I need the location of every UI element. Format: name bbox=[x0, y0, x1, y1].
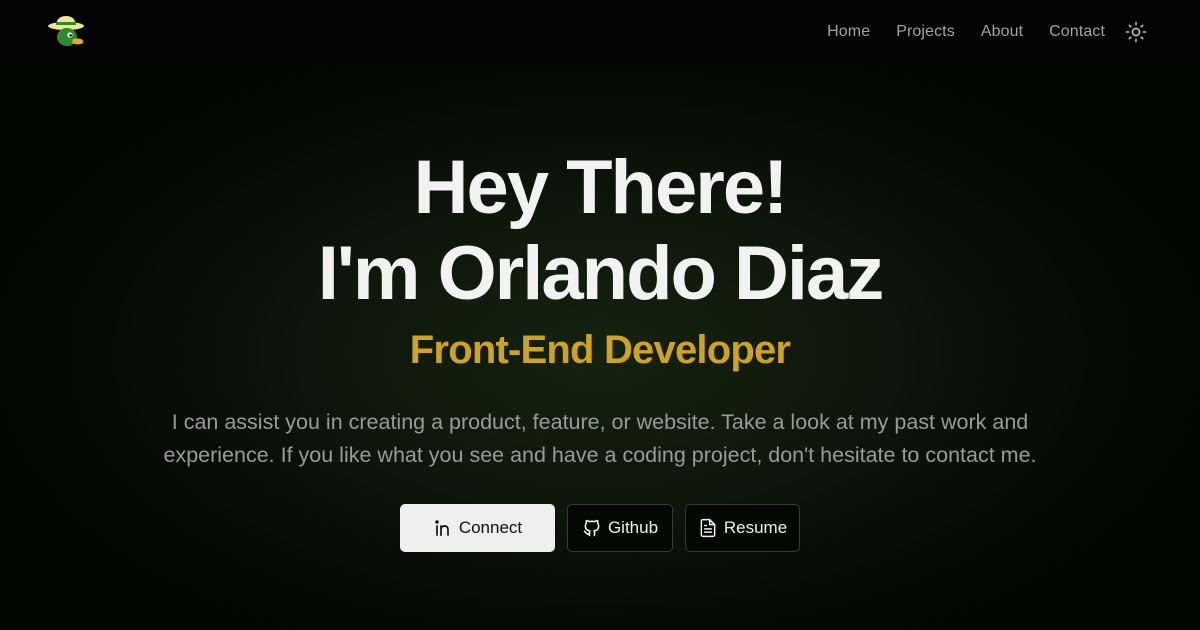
hero-headline: Hey There! I'm Orlando Diaz bbox=[0, 145, 1200, 317]
github-button-label: Github bbox=[607, 518, 659, 537]
nav-link-contact[interactable]: Contact bbox=[1049, 23, 1105, 41]
duck-with-hat-icon[interactable] bbox=[46, 12, 90, 52]
navbar: Home Projects About Contact bbox=[0, 0, 1200, 64]
linkedin-icon bbox=[433, 518, 453, 538]
connect-button-label: Connect bbox=[458, 518, 523, 537]
headline-greeting: Hey There! bbox=[413, 145, 789, 230]
resume-button[interactable]: Resume bbox=[685, 504, 800, 552]
portfolio-page: Home Projects About Contact Hey There! I… bbox=[0, 0, 1200, 630]
nav-link-about[interactable]: About bbox=[981, 23, 1023, 41]
hero-role: Front-End Developer bbox=[409, 328, 791, 372]
nav-link-home[interactable]: Home bbox=[827, 23, 870, 41]
connect-button[interactable]: Connect bbox=[400, 504, 555, 552]
nav-link-projects[interactable]: Projects bbox=[896, 23, 955, 41]
hero-intro: I can assist you in creating a product, … bbox=[163, 410, 1037, 467]
hero-section: Hey There! I'm Orlando Diaz Front-End De… bbox=[0, 64, 1200, 630]
github-button[interactable]: Github bbox=[567, 504, 673, 552]
document-icon bbox=[698, 518, 718, 538]
sun-icon[interactable] bbox=[1124, 20, 1148, 44]
nav-menu: Home Projects About Contact bbox=[827, 0, 1105, 64]
resume-button-label: Resume bbox=[723, 518, 788, 537]
headline-name: I'm Orlando Diaz bbox=[317, 231, 885, 316]
github-icon bbox=[582, 518, 602, 538]
